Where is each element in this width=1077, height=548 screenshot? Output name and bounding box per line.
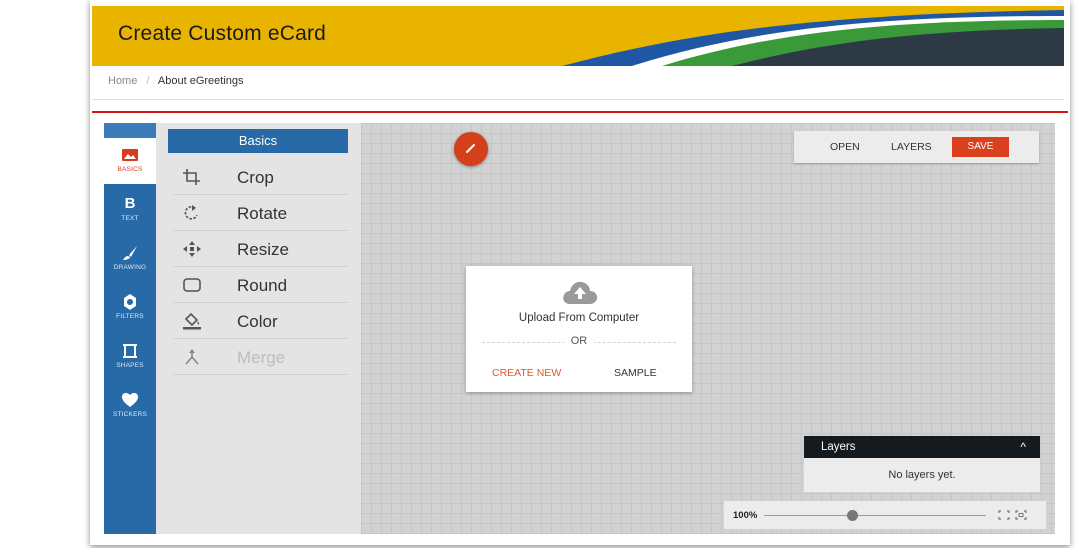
- sidebar-item-text[interactable]: B TEXT: [104, 187, 156, 233]
- heart-icon: [122, 393, 138, 407]
- rotate-icon: [184, 205, 198, 220]
- tool-color[interactable]: Color: [174, 303, 348, 339]
- tool-resize[interactable]: Resize: [174, 231, 348, 267]
- sidebar-item-basics[interactable]: BASICS: [104, 138, 156, 184]
- brush-icon: [123, 246, 137, 260]
- fit-screen-icon[interactable]: [998, 510, 1010, 520]
- sidebar-item-filters[interactable]: FILTERS: [104, 285, 156, 331]
- divider: [92, 99, 1064, 100]
- zoom-slider-handle[interactable]: [847, 510, 859, 521]
- sidebar-item-stickers[interactable]: STICKERS: [104, 383, 156, 429]
- cloud-upload-icon[interactable]: [561, 278, 599, 306]
- pencil-icon: [466, 144, 475, 153]
- sample-button[interactable]: SAMPLE: [614, 367, 657, 379]
- top-action-bar: OPEN LAYERS SAVE: [794, 131, 1039, 163]
- page-title: Create Custom eCard: [118, 22, 327, 45]
- image-icon: [122, 149, 138, 161]
- create-new-button[interactable]: CREATE NEW: [492, 367, 561, 379]
- tool-label: Round: [237, 276, 288, 295]
- layers-empty-message: No layers yet.: [888, 469, 956, 481]
- sidebar-header: [104, 123, 156, 138]
- tool-label: Merge: [237, 348, 286, 367]
- sidebar-item-label: SHAPES: [116, 362, 144, 369]
- tool-rotate[interactable]: Rotate: [174, 195, 348, 231]
- layers-header[interactable]: Layers ^: [804, 436, 1040, 458]
- open-button[interactable]: OPEN: [830, 141, 860, 153]
- sidebar-item-label: TEXT: [121, 215, 139, 222]
- fullscreen-icon[interactable]: [1015, 510, 1027, 520]
- merge-icon: [185, 349, 199, 365]
- resize-icon: [183, 241, 201, 257]
- sidebar-item-label: STICKERS: [112, 411, 148, 418]
- layers-button[interactable]: LAYERS: [891, 141, 932, 153]
- upload-from-computer[interactable]: Upload From Computer: [466, 312, 692, 324]
- zoom-level: 100%: [733, 510, 758, 521]
- rounded-rect-icon: [183, 278, 201, 292]
- upload-dialog: Upload From Computer OR CREATE NEW SAMPL…: [466, 266, 692, 392]
- zoom-bar: 100%: [724, 501, 1046, 529]
- breadcrumb-separator: /: [146, 75, 150, 87]
- tool-merge[interactable]: Merge: [174, 339, 348, 375]
- shapes-icon: [123, 344, 137, 358]
- tool-crop[interactable]: Crop: [174, 159, 348, 195]
- sidebar-item-drawing[interactable]: DRAWING: [104, 236, 156, 282]
- sidebar-item-label: FILTERS: [116, 313, 144, 320]
- zoom-slider-track[interactable]: [764, 515, 986, 516]
- crop-icon: [183, 169, 200, 185]
- bold-b-icon: B: [124, 195, 136, 212]
- tool-label: Crop: [237, 168, 274, 187]
- breadcrumb: Home / About eGreetings: [108, 75, 244, 87]
- header-banner: Create Custom eCard: [92, 6, 1064, 66]
- layers-panel: Layers ^ No layers yet.: [804, 436, 1040, 492]
- sidebar-item-shapes[interactable]: SHAPES: [104, 334, 156, 380]
- filters-icon: [124, 294, 136, 310]
- tool-label: Resize: [237, 240, 289, 259]
- save-button[interactable]: SAVE: [952, 137, 1009, 157]
- accent-divider: [92, 111, 1068, 113]
- or-label: OR: [564, 335, 594, 347]
- breadcrumb-home[interactable]: Home: [108, 75, 137, 87]
- tool-label: Color: [237, 312, 278, 331]
- tool-round[interactable]: Round: [174, 267, 348, 303]
- tool-sidebar: BASICS B TEXT DRAWING FILTERS SHAPES STI…: [104, 123, 156, 534]
- chevron-up-icon[interactable]: ^: [1020, 440, 1026, 454]
- paint-bucket-icon: [183, 312, 201, 330]
- sidebar-item-label: BASICS: [117, 166, 143, 173]
- edit-fab-button[interactable]: [454, 132, 488, 166]
- sidebar-item-label: DRAWING: [113, 264, 147, 271]
- basics-panel: Basics Crop Rotate Resize Round Color Me…: [156, 123, 361, 534]
- breadcrumb-current: About eGreetings: [157, 75, 244, 87]
- tool-label: Rotate: [237, 204, 288, 223]
- layers-title: Layers: [821, 441, 856, 453]
- basics-header: Basics: [168, 129, 348, 153]
- ecard-editor: BASICS B TEXT DRAWING FILTERS SHAPES STI…: [104, 123, 1055, 534]
